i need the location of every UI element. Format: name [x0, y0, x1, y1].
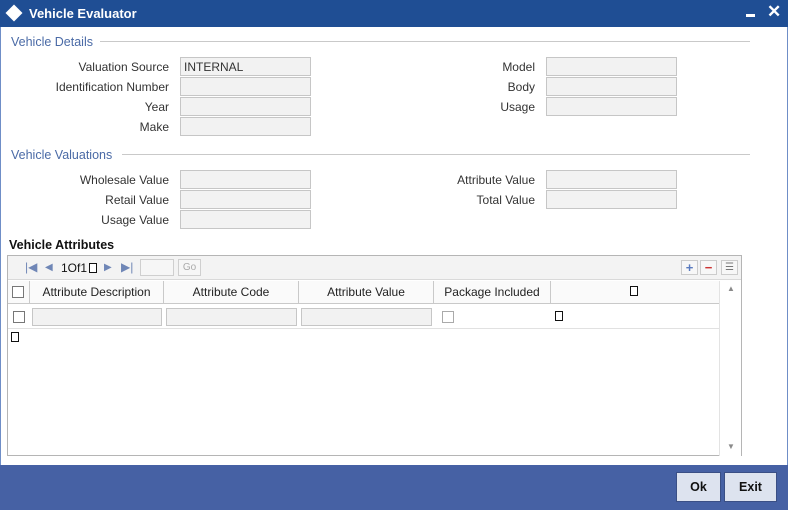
attribute-description-input[interactable]: [32, 308, 162, 326]
identification-number-label: Identification Number: [55, 80, 169, 94]
vertical-scrollbar[interactable]: ▲ ▼: [719, 281, 741, 456]
footer-bar: [0, 465, 788, 510]
valuation-source-field[interactable]: INTERNAL: [180, 57, 311, 76]
app-diamond-icon: [5, 4, 23, 22]
model-field[interactable]: [546, 57, 677, 76]
row-extra-box-icon: [555, 311, 563, 321]
year-label: Year: [144, 100, 169, 114]
total-value-field[interactable]: [546, 190, 677, 209]
section-vehicle-valuations: Vehicle Valuations: [11, 148, 113, 162]
attributes-grid: |◀ ◀ 1Of1 ▶ ▶| Go + − ☰ Attribute Descri…: [7, 255, 742, 456]
section-vehicle-attributes: Vehicle Attributes: [9, 238, 115, 252]
pager-box-icon: [89, 263, 97, 273]
ok-button[interactable]: Ok: [676, 472, 721, 502]
valuation-source-label: Valuation Source: [78, 60, 169, 74]
add-row-icon[interactable]: +: [681, 260, 698, 275]
usage-value-label: Usage Value: [101, 213, 169, 227]
exit-button[interactable]: Exit: [724, 472, 777, 502]
grid-footer-box-icon: [11, 332, 19, 342]
first-page-icon[interactable]: |◀: [25, 261, 37, 273]
section-vehicle-details: Vehicle Details: [11, 35, 93, 49]
attribute-value-label: Attribute Value: [457, 173, 535, 187]
usage-field[interactable]: [546, 97, 677, 116]
divider: [100, 41, 750, 42]
wholesale-value-field[interactable]: [180, 170, 311, 189]
attribute-value-input[interactable]: [301, 308, 432, 326]
column-attribute-value[interactable]: Attribute Value: [299, 281, 434, 304]
scroll-down-icon[interactable]: ▼: [727, 442, 735, 451]
wholesale-value-label: Wholesale Value: [79, 173, 169, 187]
row-select-checkbox[interactable]: [13, 311, 25, 323]
goto-page-input[interactable]: [140, 259, 174, 276]
pager-status: 1Of1: [61, 261, 88, 275]
attribute-code-input[interactable]: [166, 308, 297, 326]
title-bar: Vehicle Evaluator ✕: [0, 0, 788, 27]
model-label: Model: [502, 60, 535, 74]
grid-toolbar: |◀ ◀ 1Of1 ▶ ▶| Go + − ☰: [8, 256, 741, 280]
previous-page-icon[interactable]: ◀: [45, 262, 53, 274]
minimize-icon[interactable]: [746, 14, 755, 17]
scroll-up-icon[interactable]: ▲: [727, 284, 735, 293]
window-title: Vehicle Evaluator: [29, 6, 137, 21]
column-attribute-code[interactable]: Attribute Code: [164, 281, 299, 304]
delete-row-icon[interactable]: −: [700, 260, 717, 275]
close-icon[interactable]: ✕: [767, 3, 781, 21]
retail-value-field[interactable]: [180, 190, 311, 209]
retail-value-label: Retail Value: [105, 193, 169, 207]
total-value-label: Total Value: [476, 193, 535, 207]
go-button[interactable]: Go: [178, 259, 201, 276]
column-package-included[interactable]: Package Included: [434, 281, 551, 304]
usage-label: Usage: [500, 100, 535, 114]
divider: [122, 154, 750, 155]
select-all-checkbox[interactable]: [12, 286, 24, 298]
single-view-icon[interactable]: ☰: [721, 260, 738, 275]
usage-value-field[interactable]: [180, 210, 311, 229]
column-attribute-description[interactable]: Attribute Description: [30, 281, 164, 304]
make-label: Make: [139, 120, 169, 134]
package-included-checkbox[interactable]: [442, 311, 454, 323]
body-label: Body: [507, 80, 535, 94]
next-page-icon[interactable]: ▶: [104, 262, 112, 274]
select-all-cell: [8, 281, 30, 304]
last-page-icon[interactable]: ▶|: [121, 261, 133, 273]
grid-header: Attribute Description Attribute Code Att…: [8, 281, 719, 304]
identification-number-field[interactable]: [180, 77, 311, 96]
attribute-value-field[interactable]: [546, 170, 677, 189]
column-extra-box-icon: [630, 286, 638, 296]
make-field[interactable]: [180, 117, 311, 136]
body-field[interactable]: [546, 77, 677, 96]
year-field[interactable]: [180, 97, 311, 116]
table-row: [8, 305, 719, 329]
